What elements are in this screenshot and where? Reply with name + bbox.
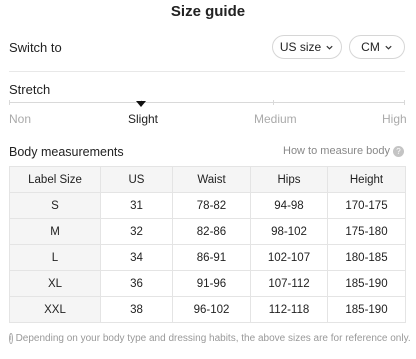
size-system-dropdown[interactable]: US size — [272, 35, 342, 59]
switch-row: Switch to US size CM — [0, 35, 416, 61]
table-cell: 180-185 — [327, 244, 406, 271]
size-table: Label Size US Waist Hips Height S 31 78-… — [9, 166, 406, 323]
stretch-track — [9, 102, 405, 103]
unit-dropdown[interactable]: CM — [349, 35, 405, 59]
header-cell: Waist — [172, 166, 251, 193]
stretch-level-medium: Medium — [254, 112, 297, 126]
table-row: S 31 78-82 94-98 170-175 — [9, 192, 406, 219]
switch-label: Switch to — [9, 40, 62, 55]
table-cell: 175-180 — [327, 218, 406, 245]
header-cell: Height — [327, 166, 406, 193]
header-cell: US — [100, 166, 173, 193]
stretch-level-non: Non — [9, 112, 32, 126]
page-title: Size guide — [170, 3, 246, 20]
question-icon: ? — [393, 145, 404, 157]
stretch-level-high: High — [382, 112, 407, 126]
info-icon: i — [9, 333, 13, 344]
table-cell: M — [9, 218, 101, 245]
table-cell: 32 — [100, 218, 173, 245]
table-cell: 96-102 — [172, 296, 251, 323]
table-cell: 185-190 — [327, 296, 406, 323]
stretch-pointer-icon — [136, 101, 146, 107]
how-to-measure-label: How to measure body — [283, 145, 390, 157]
table-row: M 32 82-86 98-102 175-180 — [9, 218, 406, 245]
table-cell: 91-96 — [172, 270, 251, 297]
table-cell: 38 — [100, 296, 173, 323]
table-cell: 31 — [100, 192, 173, 219]
table-cell: 185-190 — [327, 270, 406, 297]
stretch-tick — [273, 100, 274, 105]
stretch-title: Stretch — [9, 82, 51, 97]
chevron-down-icon — [326, 45, 333, 50]
footnote-text: Depending on your body type and dressing… — [15, 333, 411, 344]
unit-value: CM — [361, 40, 380, 54]
header-cell: Label Size — [9, 166, 101, 193]
table-row: L 34 86-91 102-107 180-185 — [9, 244, 406, 271]
table-cell: 86-91 — [172, 244, 251, 271]
stretch-level-slight: Slight — [128, 112, 159, 126]
table-cell: 170-175 — [327, 192, 406, 219]
table-row: XXL 38 96-102 112-118 185-190 — [9, 296, 406, 323]
stretch-tick — [9, 100, 10, 105]
table-row: XL 36 91-96 107-112 185-190 — [9, 270, 406, 297]
table-cell: 107-112 — [250, 270, 328, 297]
chevron-down-icon — [385, 45, 392, 50]
table-cell: 82-86 — [172, 218, 251, 245]
table-header-row: Label Size US Waist Hips Height — [9, 166, 406, 193]
table-cell: 102-107 — [250, 244, 328, 271]
table-cell: S — [9, 192, 101, 219]
divider — [9, 71, 405, 72]
how-to-measure-link[interactable]: How to measure body ? — [283, 145, 404, 157]
table-cell: 94-98 — [250, 192, 328, 219]
body-measurements-title: Body measurements — [9, 145, 124, 159]
table-cell: XXL — [9, 296, 101, 323]
table-cell: XL — [9, 270, 101, 297]
header-cell: Hips — [250, 166, 328, 193]
stretch-tick — [404, 100, 405, 105]
table-cell: 34 — [100, 244, 173, 271]
table-cell: 78-82 — [172, 192, 251, 219]
table-cell: L — [9, 244, 101, 271]
table-cell: 36 — [100, 270, 173, 297]
footnote: i Depending on your body type and dressi… — [9, 333, 411, 344]
size-system-value: US size — [279, 40, 322, 54]
table-cell: 98-102 — [250, 218, 328, 245]
table-cell: 112-118 — [250, 296, 328, 323]
